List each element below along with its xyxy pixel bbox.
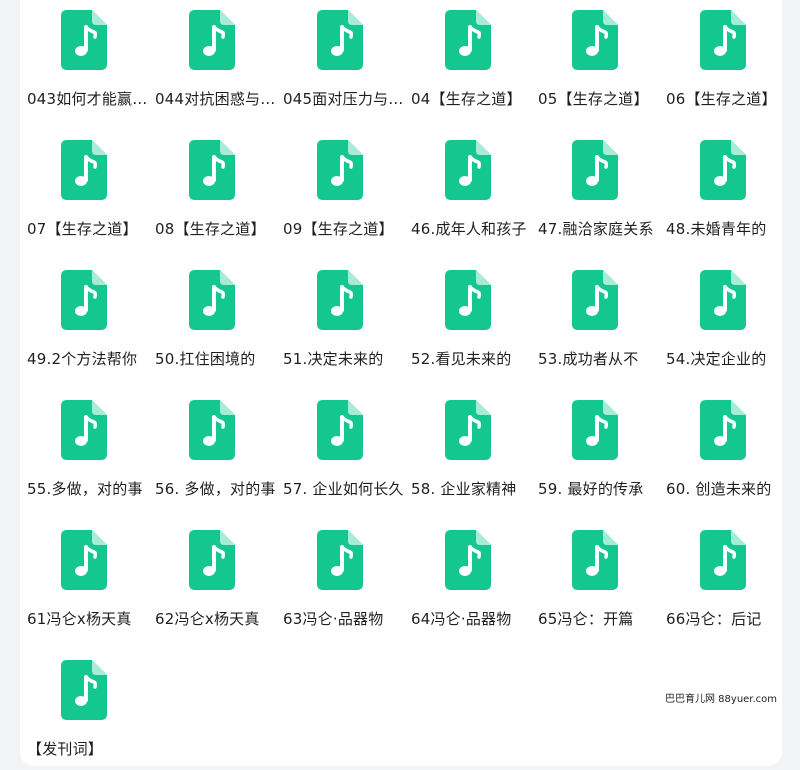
music-file-icon [700, 270, 746, 330]
music-file-icon [61, 400, 107, 460]
music-file-icon [61, 140, 107, 200]
file-name-label: 66冯仑：后记 [666, 610, 762, 628]
file-item[interactable]: 64冯仑·品器物 [411, 520, 535, 640]
file-name-label: 59. 最好的传承 [538, 480, 644, 498]
music-file-icon [572, 10, 618, 70]
file-grid: 043如何才能赢得成功044对抗困惑与迷茫045面对压力与焦虑04【生存之道】 0… [0, 0, 800, 766]
file-item[interactable]: 62冯仑x杨天真 [155, 520, 279, 640]
file-name-label: 07【生存之道】 [27, 220, 138, 238]
file-name-label: 65冯仑：开篇 [538, 610, 634, 628]
music-file-icon [572, 400, 618, 460]
file-name-label: 60. 创造未来的 [666, 480, 772, 498]
file-item[interactable]: 66冯仑：后记 [666, 520, 790, 640]
file-item[interactable]: 55.多做，对的事 [27, 390, 151, 510]
music-file-icon [61, 660, 107, 720]
file-name-label: 56. 多做，对的事 [155, 480, 276, 498]
file-item[interactable]: 46.成年人和孩子 [411, 130, 535, 250]
file-name-label: 06【生存之道】 [666, 90, 777, 108]
watermark: 巴巴育儿网 88yuer.com [665, 694, 778, 705]
file-item[interactable]: 58. 企业家精神 [411, 390, 535, 510]
file-name-label: 043如何才能赢得成功 [27, 90, 151, 108]
music-file-icon [61, 10, 107, 70]
file-name-label: 53.成功者从不 [538, 350, 639, 368]
music-file-icon [445, 270, 491, 330]
file-item[interactable]: 53.成功者从不 [538, 260, 662, 380]
music-file-icon [572, 530, 618, 590]
music-file-icon [189, 530, 235, 590]
file-item[interactable]: 【发刊词】 [27, 650, 151, 770]
file-item[interactable]: 63冯仑·品器物 [283, 520, 407, 640]
file-name-label: 05【生存之道】 [538, 90, 649, 108]
file-name-label: 51.决定未来的 [283, 350, 384, 368]
file-item[interactable]: 65冯仑：开篇 [538, 520, 662, 640]
file-item[interactable]: 56. 多做，对的事 [155, 390, 279, 510]
music-file-icon [317, 530, 363, 590]
file-name-label: 64冯仑·品器物 [411, 610, 512, 628]
file-name-label: 045面对压力与焦虑 [283, 90, 407, 108]
file-name-label: 47.融洽家庭关系 [538, 220, 654, 238]
file-item[interactable]: 61冯仑x杨天真 [27, 520, 151, 640]
file-name-label: 63冯仑·品器物 [283, 610, 384, 628]
file-item[interactable]: 59. 最好的传承 [538, 390, 662, 510]
file-item[interactable]: 08【生存之道】 [155, 130, 279, 250]
file-name-label: 【发刊词】 [27, 740, 104, 758]
file-item[interactable]: 07【生存之道】 [27, 130, 151, 250]
file-item[interactable]: 49.2个方法帮你 [27, 260, 151, 380]
file-item[interactable]: 044对抗困惑与迷茫 [155, 0, 279, 120]
music-file-icon [572, 270, 618, 330]
music-file-icon [61, 530, 107, 590]
file-name-label: 08【生存之道】 [155, 220, 266, 238]
music-file-icon [61, 270, 107, 330]
music-file-icon [189, 270, 235, 330]
music-file-icon [445, 400, 491, 460]
file-name-label: 52.看见未来的 [411, 350, 512, 368]
music-file-icon [189, 10, 235, 70]
music-file-icon [189, 140, 235, 200]
music-file-icon [700, 10, 746, 70]
music-file-icon [700, 140, 746, 200]
music-file-icon [445, 140, 491, 200]
music-file-icon [317, 10, 363, 70]
file-item[interactable]: 06【生存之道】 [666, 0, 790, 120]
file-name-label: 57. 企业如何长久 [283, 480, 404, 498]
music-file-icon [700, 530, 746, 590]
music-file-icon [700, 400, 746, 460]
file-name-label: 09【生存之道】 [283, 220, 394, 238]
file-name-label: 49.2个方法帮你 [27, 350, 138, 368]
file-name-label: 50.扛住困境的 [155, 350, 256, 368]
file-name-label: 61冯仑x杨天真 [27, 610, 132, 628]
music-file-icon [317, 270, 363, 330]
file-item[interactable]: 04【生存之道】 [411, 0, 535, 120]
file-name-label: 54.决定企业的 [666, 350, 767, 368]
file-item[interactable]: 60. 创造未来的 [666, 390, 790, 510]
music-file-icon [445, 10, 491, 70]
file-name-label: 62冯仑x杨天真 [155, 610, 260, 628]
file-item[interactable]: 043如何才能赢得成功 [27, 0, 151, 120]
music-file-icon [189, 400, 235, 460]
file-item[interactable]: 48.未婚青年的 [666, 130, 790, 250]
file-item[interactable]: 50.扛住困境的 [155, 260, 279, 380]
file-item[interactable]: 54.决定企业的 [666, 260, 790, 380]
file-name-label: 46.成年人和孩子 [411, 220, 527, 238]
file-name-label: 48.未婚青年的 [666, 220, 767, 238]
file-name-label: 58. 企业家精神 [411, 480, 517, 498]
file-item[interactable]: 47.融洽家庭关系 [538, 130, 662, 250]
file-item[interactable]: 05【生存之道】 [538, 0, 662, 120]
music-file-icon [445, 530, 491, 590]
file-item[interactable]: 52.看见未来的 [411, 260, 535, 380]
music-file-icon [572, 140, 618, 200]
file-item[interactable]: 09【生存之道】 [283, 130, 407, 250]
music-file-icon [317, 140, 363, 200]
file-name-label: 04【生存之道】 [411, 90, 522, 108]
music-file-icon [317, 400, 363, 460]
file-name-label: 55.多做，对的事 [27, 480, 143, 498]
file-item[interactable]: 045面对压力与焦虑 [283, 0, 407, 120]
file-name-label: 044对抗困惑与迷茫 [155, 90, 279, 108]
file-item[interactable]: 57. 企业如何长久 [283, 390, 407, 510]
file-item[interactable]: 51.决定未来的 [283, 260, 407, 380]
